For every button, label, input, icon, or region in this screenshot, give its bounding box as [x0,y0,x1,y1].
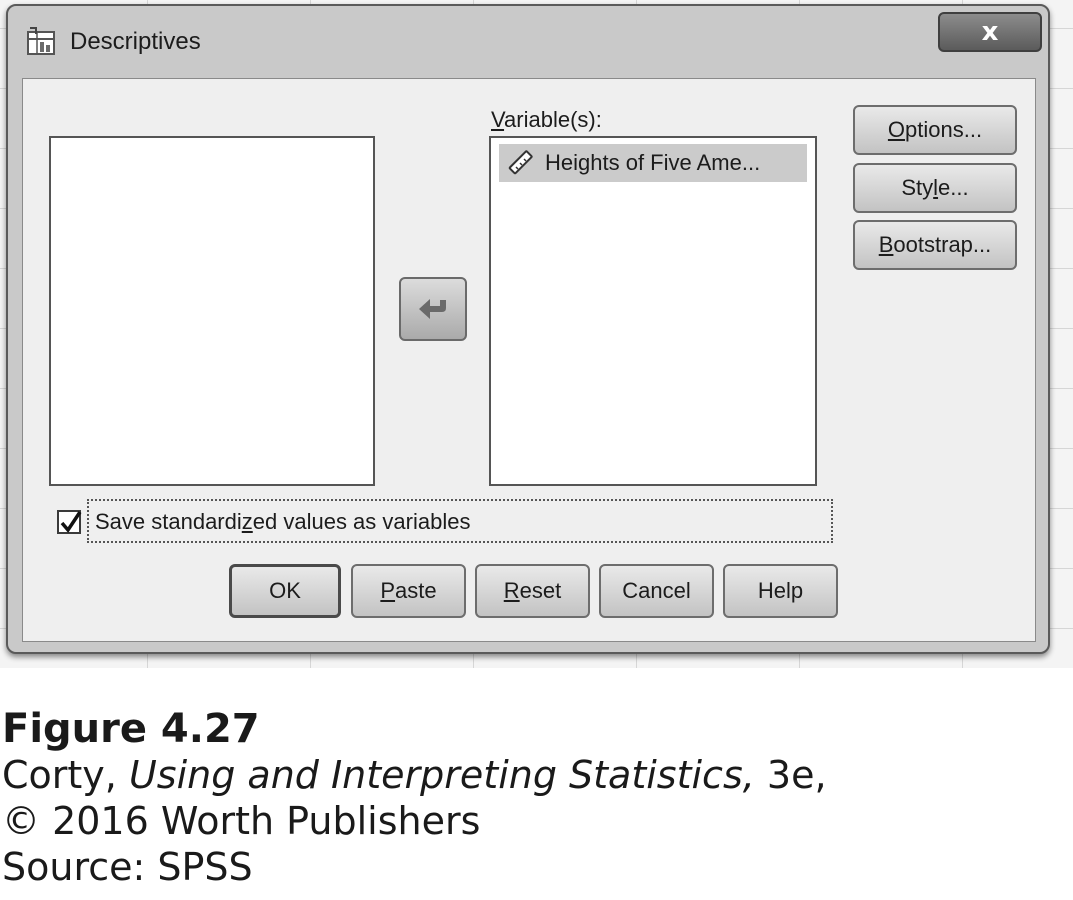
copyright-line: © 2016 Worth Publishers [2,799,481,843]
citation-line: Corty, Using and Interpreting Statistics… [2,753,827,797]
save-standardized-label[interactable]: Save standardized values as variables [95,509,470,535]
descriptives-dialog: Descriptives x Variable(s): Heights of F… [6,4,1050,654]
ok-button[interactable]: OK [229,564,341,618]
dialog-title: Descriptives [70,28,201,55]
source-line: Source: SPSS [2,845,253,889]
paste-button[interactable]: Paste [351,564,466,618]
arrow-left-icon [419,299,446,319]
move-variable-button[interactable] [399,277,467,341]
dialog-body: Variable(s): Heights of Five Ame... Opti… [22,78,1036,642]
list-item[interactable]: Heights of Five Ame... [499,144,807,182]
close-icon: x [981,17,999,47]
checkmark-icon [60,511,82,533]
variable-name: Heights of Five Ame... [545,150,761,175]
bootstrap-button[interactable]: Bootstrap... [853,220,1017,270]
help-button[interactable]: Help [723,564,838,618]
close-button[interactable]: x [938,12,1042,52]
cancel-button[interactable]: Cancel [599,564,714,618]
reset-button[interactable]: Reset [475,564,590,618]
options-button[interactable]: Options... [853,105,1017,155]
ruler-icon [508,150,533,175]
variables-label: Variable(s): [491,107,602,132]
figure-caption: Figure 4.27 Corty, Using and Interpretin… [2,706,827,890]
source-variable-list[interactable] [49,136,375,486]
style-button[interactable]: Sty l e... [853,163,1017,213]
selected-variable-list[interactable]: Heights of Five Ame... [489,136,817,486]
descriptives-window-icon [26,26,60,56]
save-standardized-checkbox[interactable] [57,510,82,534]
figure-number: Figure 4.27 [2,706,260,752]
